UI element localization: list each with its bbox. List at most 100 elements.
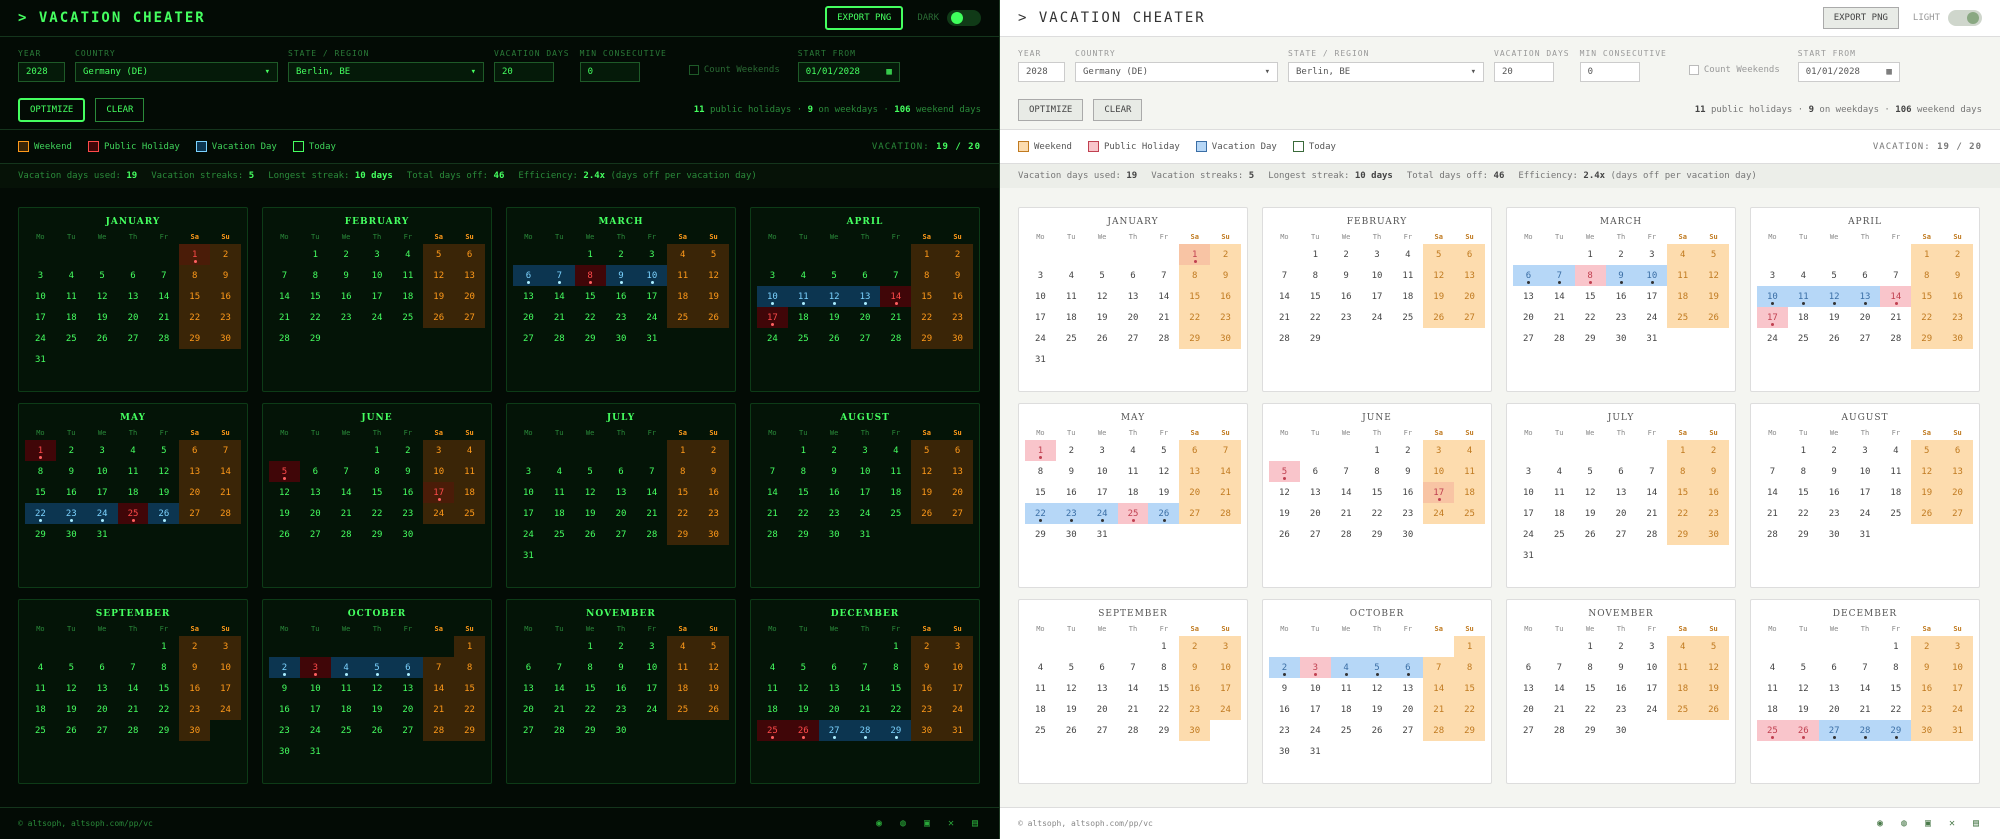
day-cell[interactable]: 16 <box>392 482 423 503</box>
day-cell[interactable]: 17 <box>1757 307 1788 328</box>
day-cell[interactable]: 26 <box>148 503 180 524</box>
day-cell[interactable]: 12 <box>269 482 300 503</box>
day-cell[interactable]: 26 <box>1056 720 1087 741</box>
day-cell[interactable]: 15 <box>880 678 911 699</box>
day-cell[interactable]: 11 <box>667 265 699 286</box>
day-cell[interactable]: 17 <box>513 503 544 524</box>
day-cell[interactable]: 11 <box>1392 265 1423 286</box>
day-cell[interactable]: 16 <box>210 286 241 307</box>
day-cell[interactable]: 6 <box>850 265 881 286</box>
day-cell[interactable]: 22 <box>1300 307 1331 328</box>
day-cell[interactable]: 30 <box>1606 328 1637 349</box>
day-cell[interactable]: 20 <box>87 699 118 720</box>
optimize-button[interactable]: OPTIMIZE <box>1018 99 1084 121</box>
day-cell[interactable]: 21 <box>636 503 667 524</box>
day-cell[interactable]: 21 <box>544 307 575 328</box>
day-cell[interactable]: 26 <box>1575 524 1606 545</box>
day-cell[interactable]: 18 <box>667 286 699 307</box>
day-cell[interactable]: 16 <box>1698 482 1729 503</box>
day-cell[interactable]: 20 <box>513 307 544 328</box>
day-cell[interactable]: 17 <box>1513 503 1544 524</box>
day-cell[interactable]: 3 <box>513 461 544 482</box>
day-cell[interactable]: 3 <box>1025 265 1056 286</box>
day-cell[interactable]: 2 <box>1331 244 1362 265</box>
day-cell[interactable]: 9 <box>1331 265 1362 286</box>
day-cell[interactable]: 12 <box>148 461 179 482</box>
theme-toggle[interactable]: DARK <box>917 10 981 26</box>
day-cell[interactable]: 27 <box>1118 328 1149 349</box>
day-cell[interactable]: 18 <box>544 503 575 524</box>
day-cell[interactable]: 20 <box>1513 307 1544 328</box>
day-cell[interactable]: 9 <box>392 461 423 482</box>
day-cell[interactable]: 19 <box>1423 286 1455 307</box>
day-cell[interactable]: 4 <box>1454 440 1485 461</box>
day-cell[interactable]: 5 <box>423 244 455 265</box>
day-cell[interactable]: 22 <box>911 307 943 328</box>
day-cell[interactable]: 3 <box>1210 636 1241 657</box>
day-cell[interactable]: 24 <box>1362 307 1393 328</box>
day-cell[interactable]: 2 <box>698 440 729 461</box>
day-cell[interactable]: 6 <box>392 657 424 678</box>
day-cell[interactable]: 19 <box>1819 307 1850 328</box>
day-cell[interactable]: 11 <box>1544 482 1575 503</box>
day-cell[interactable]: 10 <box>1513 482 1544 503</box>
state-select[interactable]: Berlin, BE ▾ <box>1288 62 1484 82</box>
day-cell[interactable]: 19 <box>148 482 179 503</box>
day-cell[interactable]: 9 <box>331 265 362 286</box>
day-cell[interactable]: 7 <box>331 461 362 482</box>
day-cell[interactable]: 17 <box>1850 482 1881 503</box>
day-cell[interactable]: 18 <box>118 482 149 503</box>
day-cell[interactable]: 24 <box>1300 720 1331 741</box>
day-cell[interactable]: 28 <box>544 720 575 741</box>
day-cell[interactable]: 19 <box>1575 503 1606 524</box>
day-cell[interactable]: 3 <box>362 244 393 265</box>
day-cell[interactable]: 24 <box>636 699 667 720</box>
day-cell[interactable]: 2 <box>819 440 850 461</box>
github-icon[interactable]: ◉ <box>1874 818 1886 830</box>
day-cell[interactable]: 24 <box>1086 503 1118 524</box>
day-cell[interactable]: 15 <box>1911 286 1943 307</box>
day-cell[interactable]: 24 <box>423 503 455 524</box>
day-cell[interactable]: 15 <box>1025 482 1056 503</box>
day-cell[interactable]: 5 <box>575 461 606 482</box>
day-cell[interactable]: 22 <box>25 503 56 524</box>
day-cell[interactable]: 31 <box>1087 524 1118 545</box>
country-select[interactable]: Germany (DE) ▾ <box>75 62 278 82</box>
day-cell[interactable]: 4 <box>667 636 699 657</box>
day-cell[interactable]: 1 <box>575 636 606 657</box>
day-cell[interactable]: 8 <box>667 461 699 482</box>
day-cell[interactable]: 13 <box>1849 286 1881 307</box>
day-cell[interactable]: 8 <box>1880 657 1911 678</box>
day-cell[interactable]: 3 <box>87 440 118 461</box>
day-cell[interactable]: 28 <box>1118 720 1149 741</box>
day-cell[interactable]: 17 <box>1942 678 1973 699</box>
day-cell[interactable]: 2 <box>1819 440 1850 461</box>
day-cell[interactable]: 25 <box>392 307 423 328</box>
day-cell[interactable]: 4 <box>25 657 56 678</box>
day-cell[interactable]: 18 <box>757 699 788 720</box>
day-cell[interactable]: 29 <box>1025 524 1056 545</box>
day-cell[interactable]: 6 <box>1118 265 1149 286</box>
linkedin-icon[interactable]: ▣ <box>1922 818 1934 830</box>
day-cell[interactable]: 25 <box>1667 307 1699 328</box>
day-cell[interactable]: 30 <box>819 524 850 545</box>
day-cell[interactable]: 18 <box>788 307 819 328</box>
day-cell[interactable]: 14 <box>148 286 179 307</box>
day-cell[interactable]: 27 <box>87 720 118 741</box>
day-cell[interactable]: 15 <box>1880 678 1911 699</box>
day-cell[interactable]: 8 <box>1911 265 1943 286</box>
day-cell[interactable]: 26 <box>1362 720 1393 741</box>
day-cell[interactable]: 25 <box>1117 503 1149 524</box>
day-cell[interactable]: 15 <box>667 482 699 503</box>
day-cell[interactable]: 23 <box>392 503 423 524</box>
day-cell[interactable]: 8 <box>25 461 56 482</box>
day-cell[interactable]: 10 <box>1025 286 1056 307</box>
day-cell[interactable]: 13 <box>179 461 211 482</box>
day-cell[interactable]: 13 <box>513 678 544 699</box>
day-cell[interactable]: 11 <box>1025 678 1056 699</box>
day-cell[interactable]: 26 <box>87 328 118 349</box>
day-cell[interactable]: 30 <box>606 328 637 349</box>
day-cell[interactable]: 19 <box>362 699 393 720</box>
day-cell[interactable]: 22 <box>179 307 211 328</box>
day-cell[interactable]: 23 <box>1698 503 1729 524</box>
